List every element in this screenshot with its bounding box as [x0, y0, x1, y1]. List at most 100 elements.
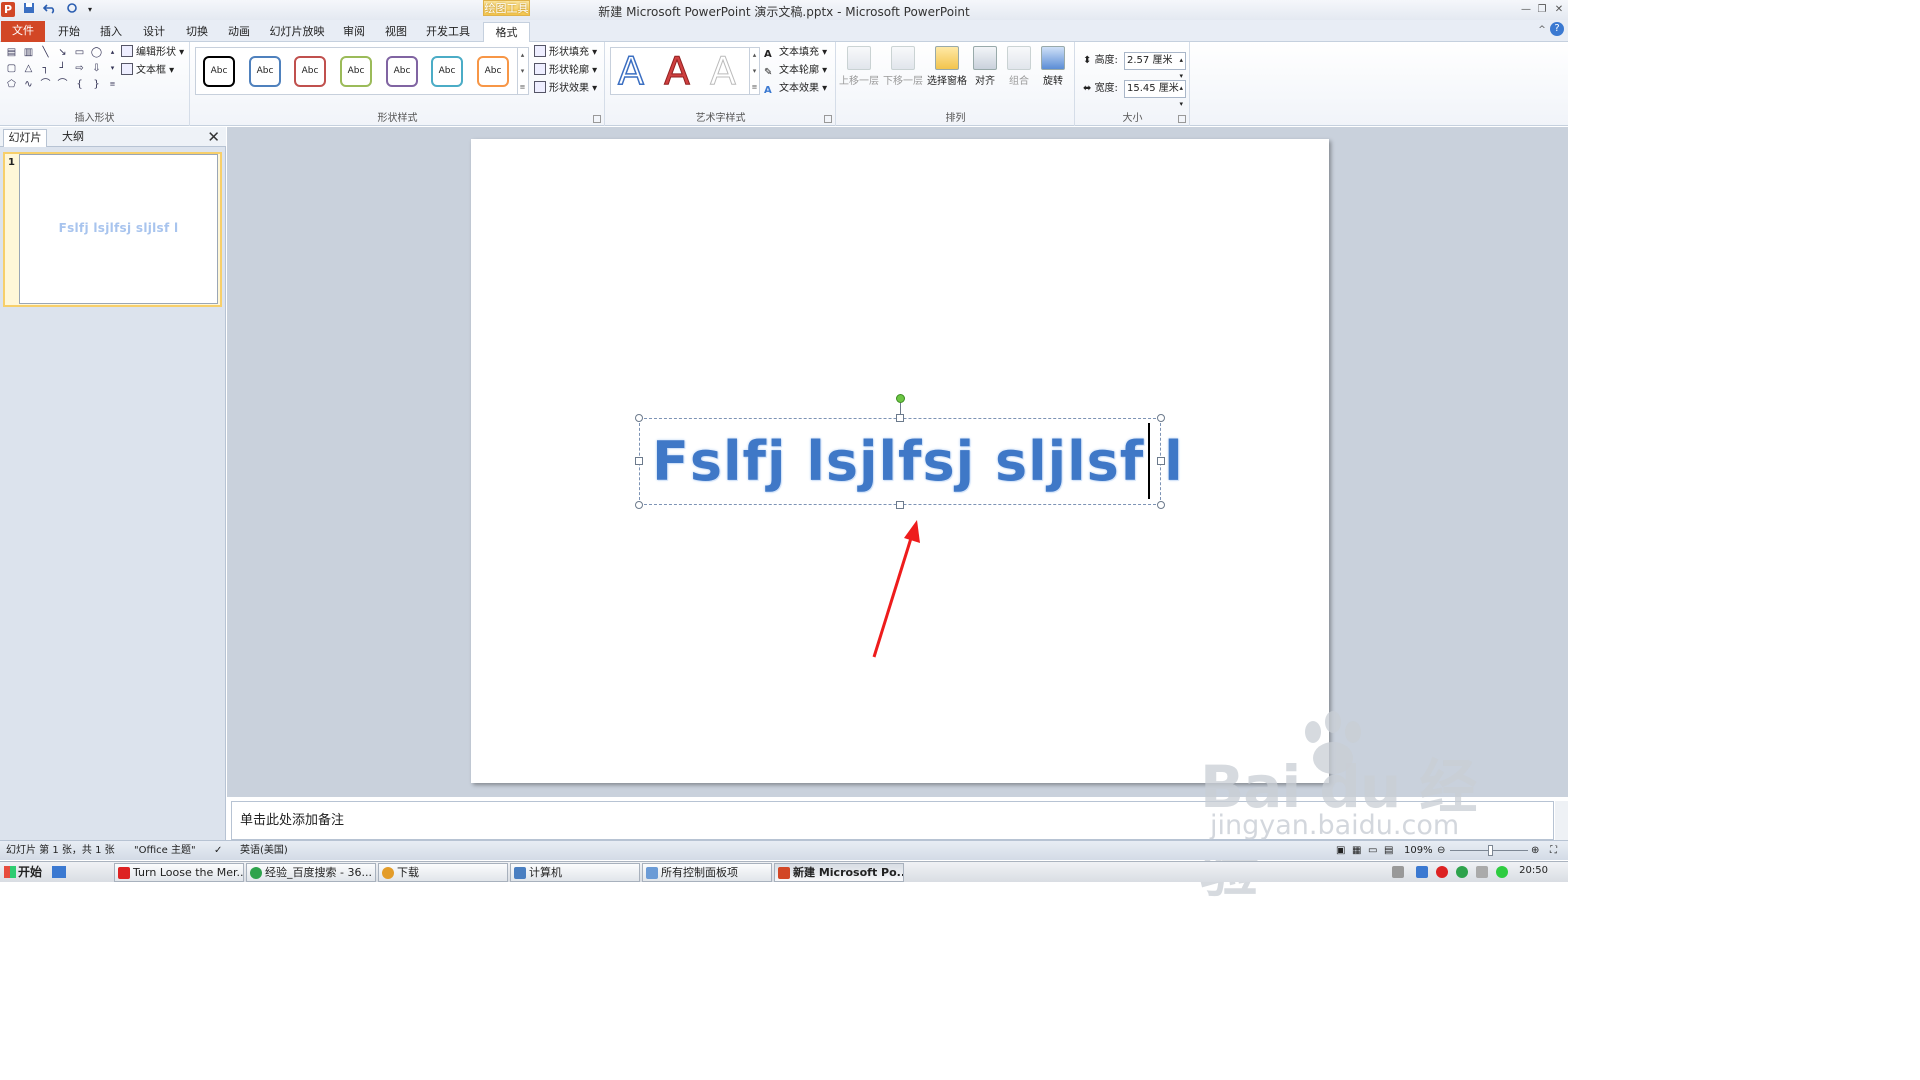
show-desktop-icon[interactable] [52, 866, 66, 878]
restore-window-icon[interactable]: ❐ [1534, 2, 1550, 17]
rectangle-shape-icon[interactable]: ▭ [73, 47, 86, 58]
resize-handle-bottom[interactable] [896, 501, 904, 509]
more-styles-icon[interactable]: ≡ [518, 79, 527, 95]
resize-handle-top-left[interactable] [635, 414, 643, 422]
shape-effects-button[interactable]: 形状效果 ▾ [534, 81, 597, 97]
down-arrow-shape-icon[interactable]: ⇩ [90, 63, 103, 74]
zoom-out-icon[interactable]: ⊖ [1437, 844, 1445, 858]
arrow-line-shape-icon[interactable]: ↘ [56, 47, 69, 58]
gallery-more-icon[interactable]: ≡ [106, 79, 119, 90]
scroll-up-icon[interactable]: ▴ [750, 47, 759, 63]
freeform-shape-icon[interactable]: ⬠ [5, 79, 18, 90]
normal-view-icon[interactable]: ▣ [1336, 844, 1345, 858]
resize-handle-top-right[interactable] [1157, 414, 1165, 422]
shape-style-5[interactable]: Abc [386, 56, 418, 87]
notes-scrollbar[interactable] [1555, 801, 1568, 840]
shape-style-4[interactable]: Abc [340, 56, 372, 87]
tab-format[interactable]: 格式 [483, 22, 530, 43]
zoom-level[interactable]: 109% [1404, 844, 1433, 858]
tab-transitions[interactable]: 切换 [178, 22, 216, 42]
left-brace-shape-icon[interactable]: { [73, 79, 86, 90]
shape-fill-button[interactable]: 形状填充 ▾ [534, 45, 597, 61]
wordart-launcher-icon[interactable] [824, 115, 832, 123]
tab-insert[interactable]: 插入 [92, 22, 130, 42]
tab-slideshow[interactable]: 幻灯片放映 [262, 22, 332, 42]
slide-text[interactable]: Fslfj lsjlfsj sljlsf l [652, 427, 1184, 497]
tray-flag-icon[interactable] [1416, 866, 1428, 878]
scroll-down-icon[interactable]: ▾ [750, 63, 759, 79]
wordart-style-1[interactable]: A [617, 47, 645, 95]
text-effects-button[interactable]: A 文本效果 ▾ [764, 81, 827, 97]
resize-handle-top[interactable] [896, 414, 904, 422]
scroll-down-icon[interactable]: ▾ [518, 63, 527, 79]
tab-outline[interactable]: 大纲 [50, 129, 96, 147]
reading-view-icon[interactable]: ▭ [1368, 844, 1377, 858]
shape-styles-launcher-icon[interactable] [593, 115, 601, 123]
bring-forward-button[interactable]: 上移一层 [839, 46, 879, 87]
text-fill-button[interactable]: A 文本填充 ▾ [764, 45, 827, 61]
height-input[interactable]: 2.57 厘米 ▴ ▾ [1124, 52, 1186, 80]
spell-check-icon[interactable]: ✓ [214, 844, 222, 858]
gallery-down-icon[interactable]: ▾ [106, 63, 119, 74]
align-button[interactable]: 对齐 [967, 46, 1003, 87]
help-icon[interactable]: ? [1550, 22, 1564, 36]
clock[interactable]: 20:50 [1519, 865, 1548, 876]
tab-animations[interactable]: 动画 [220, 22, 258, 42]
tray-security-icon[interactable] [1436, 866, 1448, 878]
group-button[interactable]: 组合 [1001, 46, 1037, 87]
elbow-connector-shape-icon[interactable]: ┐ [39, 63, 52, 74]
minimize-ribbon-icon[interactable]: ^ [1534, 23, 1550, 38]
width-spinner-icon[interactable]: ▴ ▾ [1179, 80, 1183, 112]
close-window-icon[interactable]: ✕ [1551, 2, 1567, 17]
shape-gallery[interactable]: ▤ ▥ ╲ ↘ ▭ ◯ ▢ △ ┐ ┘ ⇨ ⇩ ⬠ ∿ ⌒ ⌒ { } ▴ ▾ … [5, 47, 116, 95]
edit-shape-button[interactable]: 编辑形状 ▾ [121, 45, 184, 61]
width-input[interactable]: 15.45 厘米 ▴ ▾ [1124, 80, 1186, 108]
tab-file[interactable]: 文件 [1, 21, 45, 42]
resize-handle-right[interactable] [1157, 457, 1165, 465]
right-arrow-shape-icon[interactable]: ⇨ [73, 63, 86, 74]
theme-name[interactable]: "Office 主题" [134, 844, 196, 858]
zoom-slider-thumb[interactable] [1488, 845, 1493, 856]
notes-placeholder[interactable]: 单击此处添加备注 [240, 809, 344, 828]
text-outline-button[interactable]: ✎ 文本轮廓 ▾ [764, 63, 827, 79]
resize-handle-bottom-right[interactable] [1157, 501, 1165, 509]
taskbar-item-music[interactable]: Turn Loose the Mer... [114, 863, 244, 882]
tray-keyboard-icon[interactable] [1392, 866, 1404, 878]
close-panel-icon[interactable]: ✕ [207, 128, 220, 146]
tab-slides[interactable]: 幻灯片 [3, 129, 47, 147]
slide-thumbnail[interactable]: Fslfj lsjlfsj sljlsf l [19, 154, 218, 304]
tray-volume-icon[interactable] [1476, 866, 1488, 878]
send-backward-button[interactable]: 下移一层 [883, 46, 923, 87]
tab-developer[interactable]: 开发工具 [420, 22, 476, 42]
tray-browser-icon[interactable] [1456, 866, 1468, 878]
tab-design[interactable]: 设计 [134, 22, 174, 42]
taskbar-item-computer[interactable]: 计算机 [510, 863, 640, 882]
tab-review[interactable]: 审阅 [336, 22, 372, 42]
tray-network-icon[interactable] [1496, 866, 1508, 878]
selected-text-box[interactable]: Fslfj lsjlfsj sljlsf l [639, 418, 1183, 505]
language-indicator[interactable]: 英语(美国) [240, 844, 288, 858]
shape-style-6[interactable]: Abc [431, 56, 463, 87]
shape-style-1[interactable]: Abc [203, 56, 235, 87]
arc-shape-icon[interactable]: ⌒ [39, 79, 52, 90]
tab-home[interactable]: 开始 [50, 22, 88, 42]
right-brace-shape-icon[interactable]: } [90, 79, 103, 90]
text-box-shape-icon[interactable]: ▤ [5, 47, 18, 58]
wordart-style-2[interactable]: A [664, 47, 691, 95]
shape-style-3[interactable]: Abc [294, 56, 326, 87]
rotation-handle[interactable] [896, 394, 905, 403]
elbow-arrow-shape-icon[interactable]: ┘ [56, 63, 69, 74]
resize-handle-bottom-left[interactable] [635, 501, 643, 509]
taskbar-item-control-panel[interactable]: 所有控制面板项 [642, 863, 772, 882]
wordart-style-3[interactable]: A [710, 47, 737, 95]
more-styles-icon[interactable]: ≡ [750, 79, 759, 95]
start-button[interactable]: 开始 [1, 863, 46, 882]
triangle-shape-icon[interactable]: △ [22, 63, 35, 74]
fit-to-window-icon[interactable]: ⛶ [1550, 844, 1557, 858]
wave-shape-icon[interactable]: ⌒ [56, 79, 69, 90]
taskbar-item-browser[interactable]: 经验_百度搜索 - 36... [246, 863, 376, 882]
selection-pane-button[interactable]: 选择窗格 [927, 46, 967, 87]
vertical-text-shape-icon[interactable]: ▥ [22, 47, 35, 58]
resize-handle-left[interactable] [635, 457, 643, 465]
slideshow-view-icon[interactable]: ▤ [1384, 844, 1393, 858]
